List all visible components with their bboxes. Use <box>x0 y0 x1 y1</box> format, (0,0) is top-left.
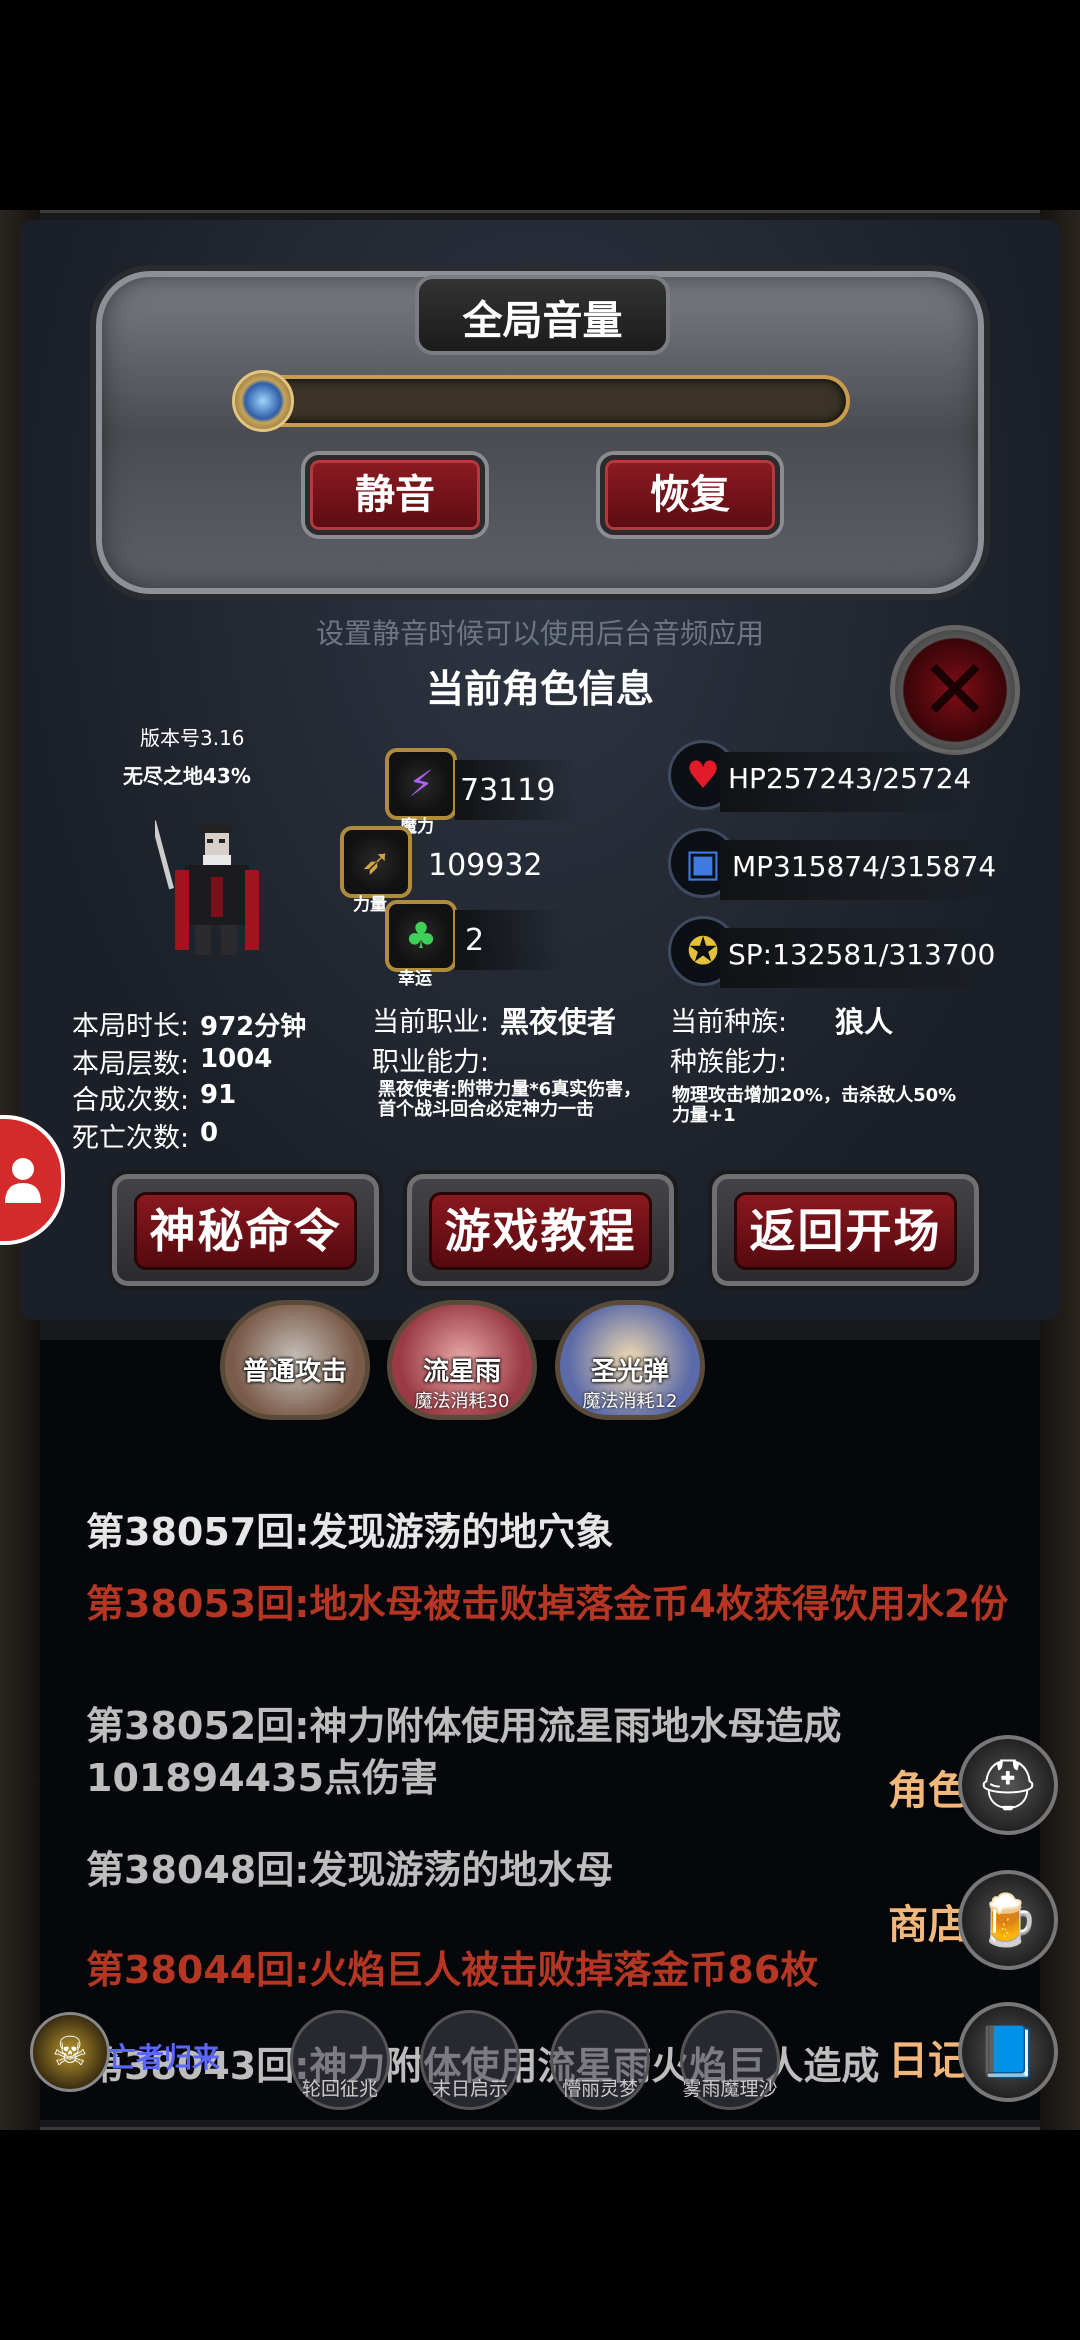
floors-label: 本局层数: <box>72 1049 190 1080</box>
close-button[interactable]: ✕ <box>890 625 1020 755</box>
zone-progress: 无尽之地43% <box>123 764 251 788</box>
skill-name: 普通攻击 <box>242 1357 347 1387</box>
race-ability-desc: 物理攻击增加20%，击杀敌人50%力量+1 <box>672 1085 957 1126</box>
synth-label: 合成次数: <box>72 1085 190 1116</box>
mp-value: MP315874/315874 <box>732 850 997 883</box>
log-entry: 第38057回:发现游荡的地穴象 <box>86 1510 614 1554</box>
log-entry: 第38048回:发现游荡的地水母 <box>86 1848 614 1892</box>
tutorial-button[interactable]: 游戏教程 <box>403 1170 678 1290</box>
volume-title: 全局音量 <box>462 298 623 344</box>
bottom-item-label: 末日启示 <box>431 2078 508 2100</box>
bottom-item-label: 轮回征兆 <box>301 2078 378 2100</box>
bottom-item-label: 雾雨魔理沙 <box>682 2078 778 2100</box>
skill-normal-attack[interactable]: 普通攻击 <box>220 1300 370 1420</box>
version-label: 版本号3.16 <box>140 726 245 750</box>
deaths-value: 0 <box>200 1118 219 1148</box>
job-value: 黑夜使者 <box>500 1005 617 1039</box>
log-entry: 第38044回:火焰巨人被击败掉落金币86枚 <box>86 1948 819 1992</box>
shop-menu-label[interactable]: 商店 <box>888 1892 968 1950</box>
restore-button[interactable]: 恢复 <box>600 455 780 535</box>
sp-value: SP:132581/313700 <box>728 938 996 971</box>
duration-value: 972分钟 <box>200 1012 307 1042</box>
job-label: 当前职业: <box>372 1007 490 1038</box>
deaths-label: 死亡次数: <box>72 1123 190 1154</box>
strength-caption: 力量 <box>353 895 387 915</box>
user-icon <box>4 1158 41 1203</box>
magic-value: 73119 <box>460 773 556 808</box>
log-entry: 第38052回:神力附体使用流星雨地水母造成101894435点伤害 <box>86 1704 842 1800</box>
race-ability-label: 种族能力: <box>670 1047 788 1078</box>
skill-name: 流星雨 <box>422 1357 501 1387</box>
luck-caption: 幸运 <box>398 969 432 989</box>
volume-slider-track[interactable] <box>250 375 850 427</box>
duration-label: 本局时长: <box>72 1011 190 1042</box>
mystery-command-button[interactable]: 神秘命令 <box>108 1170 383 1290</box>
mute-button[interactable]: 静音 <box>305 455 485 535</box>
back-to-start-button[interactable]: 返回开场 <box>708 1170 983 1290</box>
beer-mug-icon[interactable]: 🍺 <box>958 1870 1058 1970</box>
magic-icon: ⚡ <box>385 748 457 820</box>
mystery-command-label: 神秘命令 <box>134 1192 357 1270</box>
race-value: 狼人 <box>835 1005 894 1039</box>
undead-return-label[interactable]: 亡者归来 <box>108 2036 220 2076</box>
volume-slider-knob[interactable] <box>232 370 294 432</box>
tutorial-label: 游戏教程 <box>429 1192 652 1270</box>
bottom-item-label: 懵丽灵梦 <box>561 2078 638 2100</box>
luck-icon: ♣ <box>385 900 457 972</box>
skill-name: 圣光弹 <box>590 1357 669 1387</box>
close-icon: ✕ <box>919 641 991 739</box>
book-icon[interactable]: 📘 <box>958 2002 1058 2102</box>
undead-return-icon[interactable]: ☠ <box>30 2012 110 2092</box>
back-to-start-label: 返回开场 <box>734 1192 957 1270</box>
strength-icon: ➶ <box>340 826 412 898</box>
floors-value: 1004 <box>200 1044 273 1074</box>
luck-value: 2 <box>465 923 485 958</box>
hero-sprite <box>155 820 259 955</box>
strength-value: 109932 <box>428 848 543 883</box>
skill-holy-bolt[interactable]: 圣光弹 魔法消耗12 <box>555 1300 705 1420</box>
job-ability-label: 职业能力: <box>372 1047 490 1078</box>
synth-value: 91 <box>200 1080 237 1110</box>
skill-meteor-shower[interactable]: 流星雨 魔法消耗30 <box>387 1300 537 1420</box>
job-ability-desc: 黑夜使者:附带力量*6真实伤害，首个战斗回合必定神力一击 <box>378 1079 642 1120</box>
skill-cost: 魔法消耗12 <box>582 1391 678 1412</box>
log-entry: 第38053回:地水母被击败掉落金币4枚获得饮用水2份 <box>86 1582 1009 1626</box>
skill-cost: 魔法消耗30 <box>414 1391 510 1412</box>
race-label: 当前种族: <box>670 1007 788 1038</box>
helmet-icon[interactable]: ⛑ <box>958 1735 1058 1835</box>
character-menu-label[interactable]: 角色 <box>888 1758 968 1816</box>
hp-value: HP257243/257243 <box>728 762 972 795</box>
diary-menu-label[interactable]: 日记 <box>888 2028 968 2086</box>
